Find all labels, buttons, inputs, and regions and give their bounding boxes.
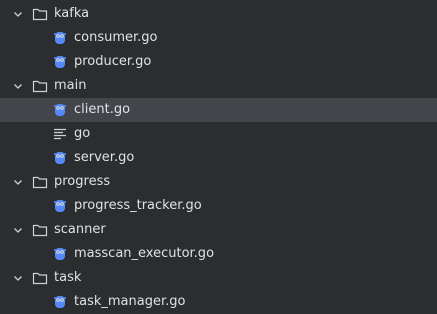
folder-icon [32, 175, 48, 189]
file-label: server.go [74, 150, 135, 165]
folder-progress[interactable]: progress [0, 170, 437, 194]
file-label: producer.go [74, 54, 152, 69]
gopher-icon [52, 54, 68, 70]
chevron-down-icon[interactable] [12, 272, 24, 284]
folder-scanner[interactable]: scanner [0, 218, 437, 242]
file-go[interactable]: go [0, 122, 437, 146]
folder-label: scanner [54, 222, 106, 237]
folder-label: kafka [54, 6, 90, 21]
file-progress-tracker-go[interactable]: progress_tracker.go [0, 194, 437, 218]
folder-label: main [54, 78, 87, 93]
file-consumer-go[interactable]: consumer.go [0, 26, 437, 50]
project-tree: kafka consumer.go producer.go main clien… [0, 0, 437, 314]
chevron-down-icon[interactable] [12, 80, 24, 92]
gopher-icon [52, 246, 68, 262]
gopher-icon [52, 102, 68, 118]
folder-icon [32, 271, 48, 285]
file-task-manager-go[interactable]: task_manager.go [0, 290, 437, 314]
file-label: masscan_executor.go [74, 246, 215, 261]
folder-icon [32, 223, 48, 237]
folder-kafka[interactable]: kafka [0, 2, 437, 26]
file-label: client.go [74, 102, 131, 117]
file-label: go [74, 126, 91, 141]
gopher-icon [52, 150, 68, 166]
gopher-icon [52, 30, 68, 46]
chevron-down-icon[interactable] [12, 224, 24, 236]
file-label: progress_tracker.go [74, 198, 202, 213]
file-server-go[interactable]: server.go [0, 146, 437, 170]
file-label: task_manager.go [74, 294, 186, 309]
file-producer-go[interactable]: producer.go [0, 50, 437, 74]
gopher-icon [52, 294, 68, 310]
gopher-icon [52, 198, 68, 214]
folder-main[interactable]: main [0, 74, 437, 98]
file-label: consumer.go [74, 30, 158, 45]
folder-label: task [54, 270, 82, 285]
text-file-icon [52, 126, 68, 142]
folder-label: progress [54, 174, 111, 189]
file-masscan-executor-go[interactable]: masscan_executor.go [0, 242, 437, 266]
chevron-down-icon[interactable] [12, 176, 24, 188]
chevron-down-icon[interactable] [12, 8, 24, 20]
file-client-go[interactable]: client.go [0, 98, 437, 122]
folder-icon [32, 79, 48, 93]
folder-icon [32, 7, 48, 21]
folder-task[interactable]: task [0, 266, 437, 290]
